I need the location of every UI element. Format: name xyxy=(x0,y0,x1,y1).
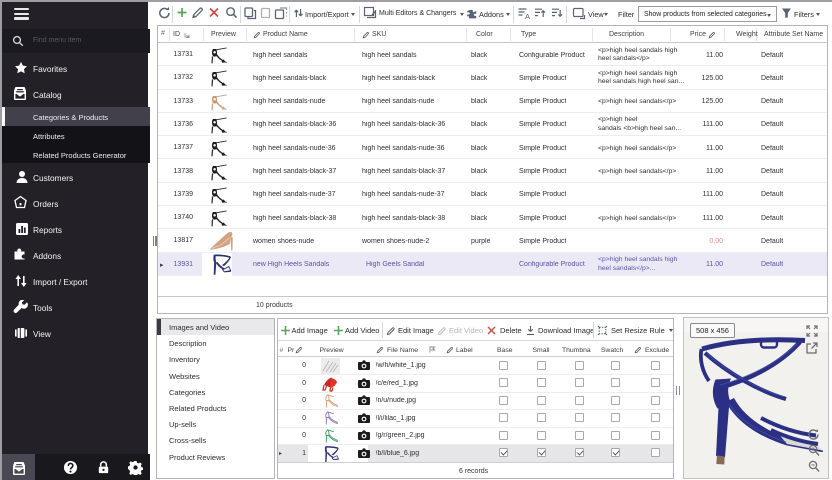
svg-text:A: A xyxy=(525,12,530,20)
